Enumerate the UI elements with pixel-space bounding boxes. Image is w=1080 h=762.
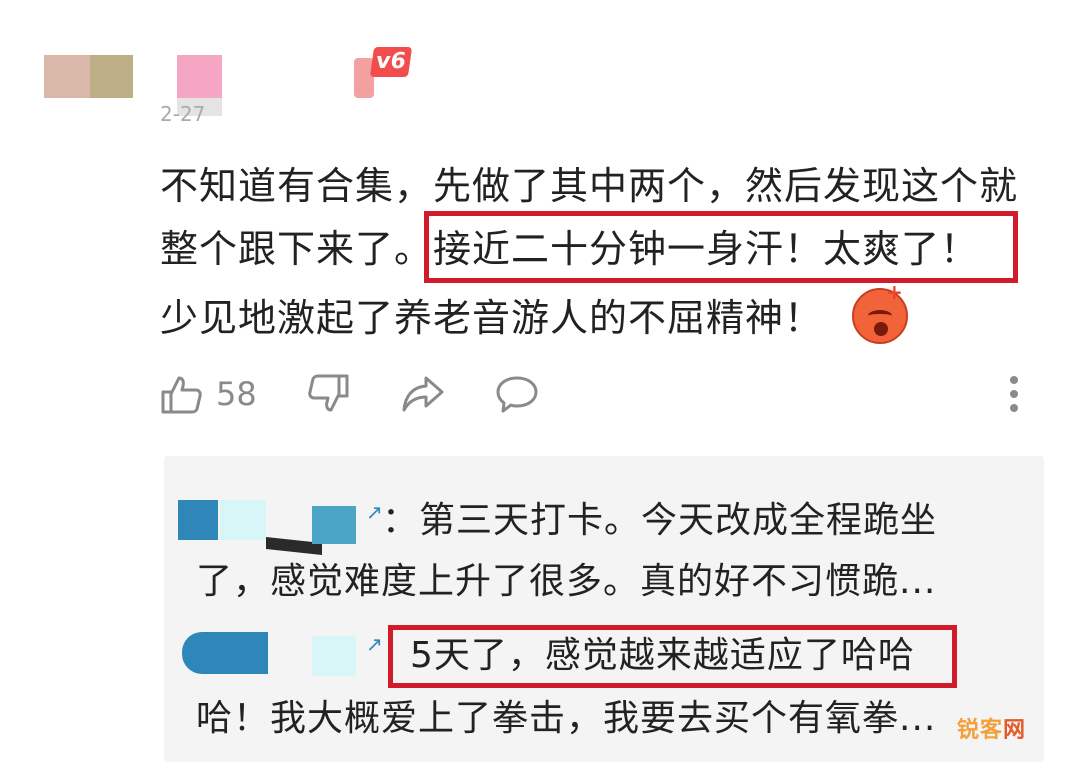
comment-date: 2-27 [160, 102, 206, 126]
thumbs-down-icon[interactable] [306, 372, 350, 416]
avatar-blurred[interactable] [44, 55, 90, 98]
avatar-blurred-part[interactable] [90, 55, 133, 98]
comment-text-line-3: 少见地激起了养老音游人的不屈精神！ [160, 296, 824, 340]
reply-username-blurred-part [312, 636, 356, 676]
share-icon[interactable] [400, 372, 446, 416]
comment-text-line-1: 不知道有合集，先做了其中两个，然后发现这个就 [160, 164, 1019, 208]
watermark-text: 锐客 [957, 718, 1004, 743]
reply-1-line-1: ：第三天打卡。今天改成全程跪坐 [382, 500, 938, 541]
reply-arrow-icon: ↗ [366, 632, 383, 656]
like-count: 58 [216, 375, 257, 413]
username-blurred[interactable] [177, 55, 222, 98]
comment-icon[interactable] [494, 372, 540, 416]
more-icon[interactable] [1010, 376, 1018, 418]
highlight-box-2 [388, 625, 957, 688]
thumbs-up-icon[interactable] [160, 372, 204, 416]
reply-1-line-2: 了，感觉难度上升了很多。真的好不习惯跪... [196, 561, 937, 602]
reply-username-blurred[interactable] [182, 632, 268, 674]
comment-text-line-2-prefix: 整个跟下来了。 [160, 227, 434, 271]
reply-username-blurred[interactable] [178, 500, 218, 540]
watermark-logo: 锐客网 [957, 712, 1026, 744]
reply-username-blurred-part [220, 500, 266, 540]
emoji-sparkle-icon: + [886, 280, 903, 304]
watermark-text-end: 网 [1003, 718, 1027, 743]
reply-arrow-icon: ↗ [366, 500, 383, 524]
level-badge: v6 [369, 47, 412, 77]
reply-2-line-2: 哈！我大概爱上了拳击，我要去买个有氧拳... [196, 698, 937, 739]
reply-username-blurred-part [312, 506, 356, 544]
highlight-box-1 [424, 211, 1018, 283]
